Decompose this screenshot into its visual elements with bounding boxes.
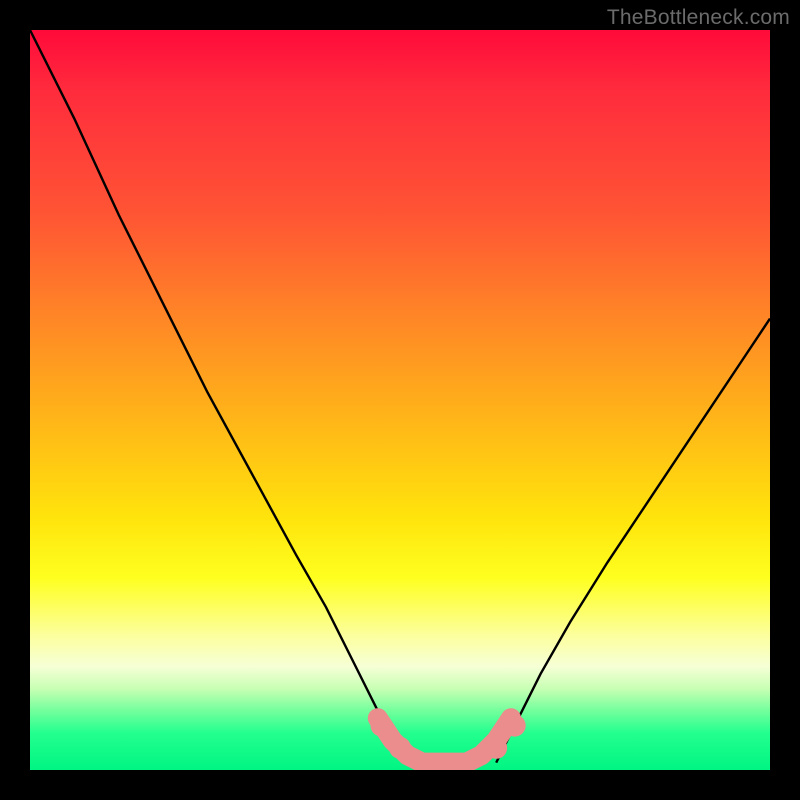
left-curve <box>30 30 407 763</box>
band-bead <box>485 737 507 759</box>
chart-frame: TheBottleneck.com <box>0 0 800 800</box>
band-bead <box>504 715 526 737</box>
curve-layer <box>30 30 770 770</box>
watermark-text: TheBottleneck.com <box>607 6 790 30</box>
right-curve <box>496 319 770 763</box>
band-bead <box>371 715 393 737</box>
band-bead <box>389 737 411 759</box>
plot-area <box>30 30 770 770</box>
